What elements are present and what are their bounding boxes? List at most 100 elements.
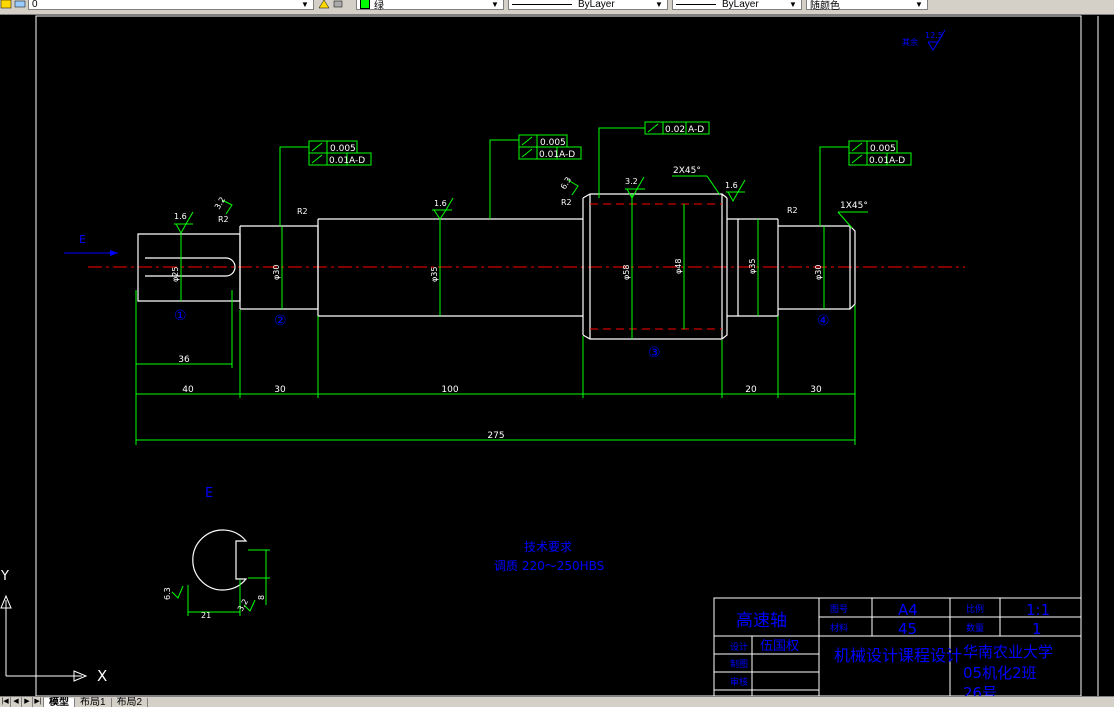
section-view-dims (171, 549, 270, 616)
roughness-1-6-b: 1.6 (434, 199, 447, 208)
linetype-dropdown[interactable]: ByLayer ▼ (508, 0, 668, 10)
material-label: 材料 (830, 622, 848, 634)
section-view-label: E (205, 486, 213, 501)
school: 华南农业大学 (963, 643, 1053, 661)
roughness-symbols (175, 176, 746, 235)
tech-requirements-text: 调质 220～250HBS (494, 559, 604, 573)
designer-label: 设计 (730, 641, 748, 653)
dim-100: 100 (441, 385, 458, 395)
drawn-label: 制图 (730, 658, 748, 670)
fillet-labels: R2 R2 R2 R2 (218, 198, 798, 224)
dia-label-7: φ30 (814, 265, 823, 280)
view-arrow-label: E (79, 233, 86, 246)
fillet-r2-b: R2 (297, 207, 308, 216)
dim-30b: 30 (810, 385, 822, 395)
section-dim-21: 21 (201, 611, 211, 620)
gdt-left-ref: A-D (349, 156, 365, 166)
chevron-down-icon: ▼ (301, 0, 309, 9)
part-name: 高速轴 (736, 611, 787, 631)
gdt-runout-icons (311, 123, 863, 164)
roughness-1-6-a: 1.6 (174, 212, 187, 221)
dia-label-2: φ30 (272, 265, 281, 280)
gdt-mid-value-2: 0.01 (539, 150, 559, 160)
dim-20: 20 (745, 385, 757, 395)
gdt-top-value: 0.02 (665, 125, 685, 135)
plotstyle-dropdown-value: 随颜色 (810, 0, 840, 12)
designer: 伍国权 (760, 638, 799, 654)
layer-previous-icon[interactable] (332, 0, 344, 9)
fillet-r2-d: R2 (787, 206, 798, 215)
tech-requirements-title: 技术要求 (524, 540, 572, 554)
drawing-canvas[interactable]: 其余 12.5 0.005 0.01 A-D 0.005 0.01 A-D 0.… (0, 15, 1114, 696)
roughness-3-2-a: 3.2 (213, 195, 227, 211)
scale-label: 比例 (966, 603, 984, 615)
dim-30a: 30 (274, 385, 286, 395)
scale: 1:1 (1026, 601, 1050, 619)
gdt-left-value-2: 0.01 (329, 156, 349, 166)
view-arrow-head-icon (110, 250, 118, 256)
checked-label: 审核 (730, 676, 748, 688)
layer-state-icon[interactable] (0, 0, 12, 9)
linetype-preview-icon (512, 3, 572, 5)
linetype-dropdown-value: ByLayer (578, 0, 615, 10)
section-marker-1: ① (174, 308, 187, 324)
plotstyle-dropdown[interactable]: 随颜色 ▼ (806, 0, 928, 12)
title-block-texts: 高速轴 图号 A4 材料 45 比例 1:1 数量 1 设计 伍国权 制图 审核… (730, 601, 1053, 696)
dim-275: 275 (487, 431, 504, 441)
qty-label: 数量 (966, 622, 984, 634)
layout-tabs-bar: |◀ ◀ ▶ ▶| 模型 布局1 布局2 (0, 696, 1114, 707)
lineweight-dropdown[interactable]: ByLayer ▼ (672, 0, 802, 10)
dia-label-5: φ48 (674, 259, 683, 274)
section-dim-8: 8 (257, 595, 266, 600)
class: 05机化2班 (963, 664, 1037, 682)
fillet-r2-c: R2 (561, 198, 572, 207)
dia-label-3: φ35 (430, 267, 439, 282)
gdt-top-ref: A-D (688, 125, 704, 135)
dim-40: 40 (182, 385, 194, 395)
section-marker-3: ③ (648, 345, 661, 361)
section-roughness-3-2: 3.2 (236, 597, 250, 613)
layer-dropdown[interactable]: 0 ▼ (28, 0, 314, 10)
gdt-right-value-1: 0.005 (870, 144, 896, 154)
layer-dropdown-value: 0 (32, 0, 38, 10)
number: 26号 (963, 684, 997, 696)
roughness-3-2-b: 3.2 (625, 177, 638, 186)
layer-manager-icon[interactable] (14, 0, 26, 9)
section-marker-4: ④ (817, 313, 830, 329)
gdt-right-value-2: 0.01 (869, 156, 889, 166)
drawing-no: A4 (898, 601, 918, 619)
chevron-down-icon: ▼ (655, 0, 663, 9)
color-swatch-icon (360, 0, 370, 9)
roughness-global-label: 其余 (902, 37, 918, 47)
material: 45 (898, 620, 917, 638)
lineweight-preview-icon (676, 3, 716, 5)
dia-label-6: φ35 (748, 259, 757, 274)
qty: 1 (1032, 620, 1042, 638)
color-dropdown-value: 绿 (374, 0, 384, 12)
color-dropdown[interactable]: 绿 ▼ (356, 0, 504, 12)
ucs-y-label: Y (0, 569, 9, 584)
length-dims: 36 40 30 100 20 30 275 (178, 355, 822, 441)
dia-label-4: φ58 (622, 265, 631, 280)
dia-label-1: φ25 (171, 267, 180, 282)
roughness-6-3-a: 6.3 (559, 175, 573, 191)
roughness-1-6-c: 1.6 (725, 181, 738, 190)
gdt-left-value-1: 0.005 (330, 144, 356, 154)
section-view-texts: 21 8 6.3 3.2 (163, 587, 266, 620)
drawing-border (35, 15, 1082, 696)
chamfer-mid-pointer (706, 175, 721, 196)
chevron-down-icon: ▼ (789, 0, 797, 9)
gdt-texts: 0.005 0.01 A-D 0.005 0.01 A-D 0.02 A-D 0… (329, 125, 905, 166)
fillet-r2-a: R2 (218, 215, 229, 224)
ucs-icon (0, 594, 88, 682)
drawing-no-label: 图号 (830, 604, 848, 615)
chamfer-right-label: 1X45° (840, 201, 868, 211)
section-view-outline (192, 529, 248, 591)
chevron-down-icon: ▼ (491, 0, 499, 9)
make-current-icon[interactable] (318, 0, 330, 9)
lineweight-dropdown-value: ByLayer (722, 0, 759, 10)
dimension-lines (135, 127, 856, 445)
drawing-svg: 其余 12.5 0.005 0.01 A-D 0.005 0.01 A-D 0.… (0, 15, 1099, 696)
chamfer-mid-label: 2X45° (673, 166, 701, 176)
gdt-right-ref: A-D (889, 156, 905, 166)
